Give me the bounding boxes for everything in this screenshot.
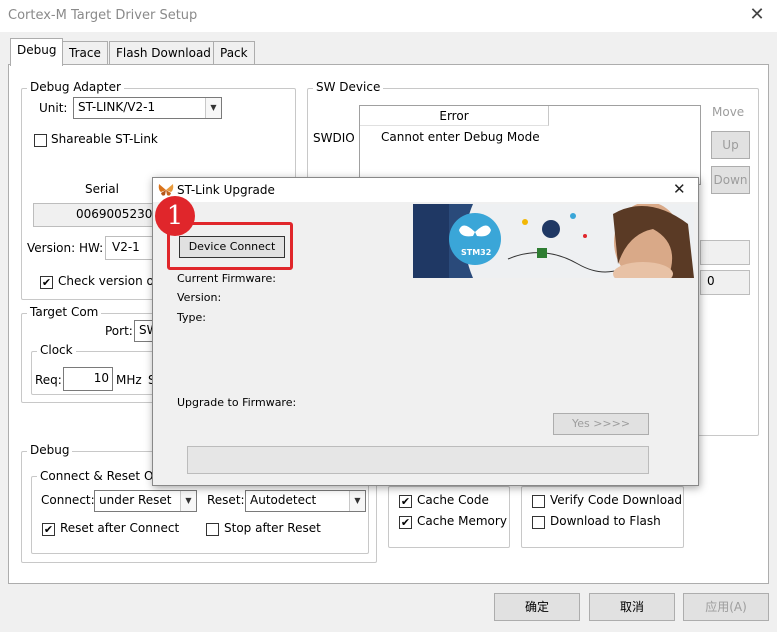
upgrade-progress-bar (187, 446, 649, 474)
tab-flash-download[interactable]: Flash Download (109, 41, 218, 65)
debug-group-label: Debug (27, 443, 73, 457)
req-label: Req: (35, 373, 62, 387)
sw-device-extra-value: 0 (707, 274, 715, 288)
table-row-error: Cannot enter Debug Mode (381, 130, 540, 144)
reset-after-connect-checkbox[interactable]: ✔ (42, 523, 55, 536)
shareable-checkbox[interactable] (34, 134, 47, 147)
unit-label: Unit: (39, 101, 68, 115)
unit-select-value: ST-LINK/V2-1 (78, 100, 156, 114)
req-value: 10 (93, 371, 109, 385)
clock-label: Clock (37, 343, 76, 357)
sw-device-field-1 (700, 240, 750, 265)
stm32-banner-art (413, 204, 694, 278)
sw-device-label: SW Device (313, 80, 384, 94)
cancel-button[interactable]: 取消 (589, 593, 675, 621)
yes-upgrade-button[interactable]: Yes >>>> (553, 413, 649, 435)
cache-code-checkbox[interactable]: ✔ (399, 495, 412, 508)
cache-memory-label: Cache Memory (417, 514, 507, 528)
cache-memory-checkbox[interactable]: ✔ (399, 516, 412, 529)
shareable-label: Shareable ST-Link (51, 132, 158, 146)
req-input[interactable]: 10 (63, 367, 113, 391)
verify-code-label: Verify Code Download (550, 493, 683, 507)
debug-adapter-label: Debug Adapter (27, 80, 124, 94)
serial-field: 00690052300 (33, 203, 160, 227)
version-label-dialog: Version: (177, 291, 222, 304)
tab-trace[interactable]: Trace (62, 41, 108, 65)
connect-reset-label: Connect & Reset O (37, 469, 157, 483)
stm32-logo-text: STM32 (461, 248, 492, 257)
move-down-button[interactable]: Down (711, 166, 750, 194)
req-unit: MHz (116, 373, 142, 387)
ok-button[interactable]: 确定 (494, 593, 580, 621)
stm32-banner: STM32 (413, 204, 694, 278)
tab-debug[interactable]: Debug (10, 38, 64, 66)
stop-after-reset-checkbox[interactable] (206, 523, 219, 536)
download-to-flash-checkbox[interactable] (532, 516, 545, 529)
table-header-error: Error (360, 106, 549, 126)
table-header-error-text: Error (439, 109, 469, 123)
reset-select[interactable]: Autodetect ▼ (245, 490, 366, 512)
dialog-title: ST-Link Upgrade (177, 183, 275, 197)
connect-label: Connect: (41, 493, 95, 507)
reset-label: Reset: (207, 493, 245, 507)
current-firmware-label: Current Firmware: (177, 272, 276, 285)
unit-select[interactable]: ST-LINK/V2-1 ▼ (73, 97, 222, 119)
reset-after-connect-label: Reset after Connect (60, 521, 180, 535)
check-version-checkbox[interactable]: ✔ (40, 276, 53, 289)
type-label: Type: (177, 311, 206, 324)
chevron-down-icon: ▼ (349, 491, 365, 511)
serial-label: Serial (85, 182, 119, 196)
tab-pack[interactable]: Pack (213, 41, 255, 65)
version-value: V2-1 (112, 240, 140, 254)
annotation-badge: 1 (155, 196, 195, 236)
stop-after-reset-label: Stop after Reset (224, 521, 321, 535)
port-label: Port: (105, 324, 133, 338)
target-com-label: Target Com (27, 305, 102, 319)
dialog-close-icon[interactable]: ✕ (673, 180, 686, 198)
apply-button[interactable]: 应用(A) (683, 593, 769, 621)
version-label: Version: HW: (27, 241, 104, 255)
upgrade-to-firmware-label: Upgrade to Firmware: (177, 396, 297, 409)
reset-select-value: Autodetect (250, 493, 317, 507)
dialog-title-bar: ST-Link Upgrade ✕ (153, 178, 698, 202)
move-up-button[interactable]: Up (711, 131, 750, 159)
verify-code-checkbox[interactable] (532, 495, 545, 508)
window-title: Cortex-M Target Driver Setup (8, 8, 198, 23)
version-field: V2-1 (105, 236, 153, 260)
check-version-label: Check version o (58, 274, 154, 288)
download-to-flash-label: Download to Flash (550, 514, 661, 528)
chevron-down-icon: ▼ (180, 491, 196, 511)
chevron-down-icon: ▼ (205, 98, 221, 118)
connect-select-value: under Reset (99, 493, 172, 507)
connect-reset-group (31, 476, 369, 554)
serial-value: 00690052300 (76, 207, 160, 221)
cache-code-label: Cache Code (417, 493, 489, 507)
swdio-label: SWDIO (313, 131, 355, 145)
sw-device-field-2: 0 (700, 270, 750, 295)
window-close-icon[interactable]: ✕ (743, 2, 771, 28)
move-label: Move (712, 105, 745, 119)
connect-select[interactable]: under Reset ▼ (94, 490, 197, 512)
window-title-bar: Cortex-M Target Driver Setup ✕ (0, 0, 777, 32)
